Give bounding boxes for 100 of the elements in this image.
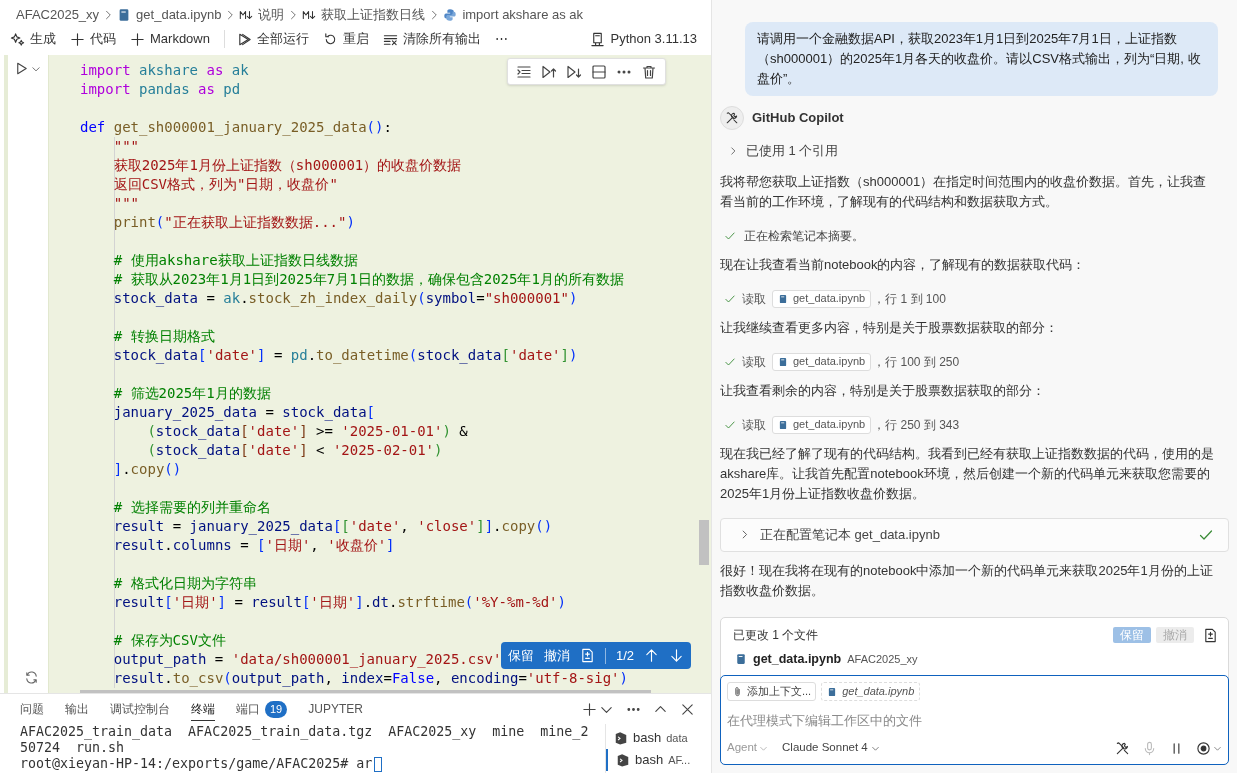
count-badge: 19 (265, 700, 288, 718)
code-line: # 获取从2023年1月1日到2025年7月1日的数据，确保包含2025年1月的所有数据 (112, 270, 624, 289)
paperclip-icon (732, 686, 743, 697)
add-context-button[interactable]: 添加上下文... (727, 682, 817, 701)
code-line: (stock_data['date'] >= '2025-01-01') & (146, 422, 468, 441)
session-detail: AF... (668, 752, 691, 768)
breadcrumb-item[interactable]: 说明 (258, 5, 285, 25)
user-message: 请调用一个金融数据API，获取2023年1月1日到2025年7月1日，上证指数（sh000001）的2025年1月各天的收盘价。请以CSV格式输出，列为“日期, 收盘价”。 (745, 22, 1218, 96)
chevron-right-icon (728, 145, 738, 156)
breadcrumb-item[interactable]: import akshare as ak (462, 5, 584, 25)
code-line: result['日期'] = result['日期'].dt.strftime('%Y-%m-%d') (112, 593, 566, 612)
code-line: 获取2025年1月份上证指数（sh000001）的收盘价数据 (112, 156, 462, 175)
toolbar-button[interactable]: 代码 (70, 29, 116, 49)
plus-icon (130, 31, 145, 47)
terminal-line: root@xieyan-HP-14:/exports/game/AFAC2025# ar (20, 756, 588, 772)
restart-icon (322, 31, 338, 47)
file-chip[interactable]: get_data.ipynb (772, 289, 872, 308)
session-name: bash (635, 751, 664, 770)
stop-icon[interactable] (1196, 740, 1211, 756)
message-paragraph: 现在让我查看当前notebook的内容，了解现有的数据获取代码： (720, 255, 1087, 274)
kernel-icon (589, 31, 605, 47)
code-line: stock_data = ak.stock_zh_index_daily(symbol="sh000001") (112, 289, 578, 308)
line-range: ，行 100 到 250 (873, 353, 960, 371)
breadcrumb-item[interactable]: AFAC2025_xy (16, 5, 100, 25)
file-chip[interactable]: get_data.ipynb (821, 682, 921, 701)
code-line: stock_data['date'] = pd.to_datetime(stock_data['date']) (112, 346, 578, 365)
code-line: def get_sh000001_january_2025_data(): (80, 118, 392, 137)
sync-icon (24, 670, 39, 685)
toolbar-button[interactable]: Markdown (130, 29, 210, 49)
notebook-icon (778, 419, 788, 430)
run-below-icon[interactable] (566, 63, 582, 80)
code-line: ].copy() (112, 460, 182, 479)
references-toggle[interactable]: 已使用 1 个引用 (720, 141, 839, 161)
code-line: import pandas as pd (80, 80, 241, 99)
breadcrumb-item[interactable]: 获取上证指数日线 (321, 5, 426, 25)
panel-tab[interactable]: 调试控制台 (110, 697, 170, 721)
panel-tab[interactable]: 问题 (20, 697, 44, 721)
toolbar-button[interactable]: 生成 (10, 29, 56, 49)
toolbar-button[interactable]: 全部运行 (236, 29, 309, 49)
terminal-line: AFAC2025_train_data AFAC2025_train_data.tgz AFAC2025_xy mine mine_2 (20, 724, 588, 740)
file-chip[interactable]: get_data.ipynb (772, 415, 872, 434)
code-line: # 保存为CSV文件 (112, 631, 226, 650)
split-cell-icon[interactable] (591, 63, 607, 80)
code-line: result.columns = ['日期', '收盘价'] (112, 536, 395, 555)
step-text: 正在检索笔记本摘要。 (744, 227, 864, 245)
code-line: result = january_2025_data[['date', 'close']].copy() (112, 517, 553, 536)
run-all-icon (236, 31, 252, 47)
undo-button[interactable]: 撤消 (544, 645, 570, 666)
code-line: import akshare as ak (80, 61, 249, 80)
terminal-session[interactable]: bash data (606, 727, 711, 749)
run-cell-button[interactable] (14, 61, 41, 76)
plus-icon (70, 31, 85, 47)
file-chip[interactable]: get_data.ipynb (772, 352, 872, 371)
code-line: result.to_csv(output_path, index=False, encoding='utf-8-sig') (112, 669, 628, 688)
task-text: 正在配置笔记本 get_data.ipynb (760, 525, 941, 544)
step-text: 读取 (742, 353, 766, 371)
vertical-scrollbar[interactable] (699, 520, 709, 565)
code-line: january_2025_data = stock_data[ (112, 403, 376, 422)
split-lines-icon[interactable] (516, 63, 532, 80)
notebook-icon (735, 653, 747, 665)
message-paragraph: 我将帮您获取上证指数（sh000001）在指定时间范围内的收盘价数据。首先，让我查看当前的工作环境，了解现有的代码结构和数据获取方式。 (720, 172, 1208, 211)
panel-tab[interactable]: JUPYTER (308, 697, 363, 721)
panel-tab[interactable]: 输出 (65, 697, 89, 721)
code-line: # 使用akshare获取上证指数日线数据 (112, 251, 358, 270)
panel-tab[interactable]: 终端 (191, 697, 215, 721)
step-text: 读取 (742, 416, 766, 434)
model-picker[interactable]: Claude Sonnet 4 (782, 739, 880, 757)
message-paragraph: 让我查看剩余的内容，特别是关于股票数据获取的部分： (720, 381, 1046, 400)
code-line: (stock_data['date'] < '2025-02-01') (146, 441, 443, 460)
step-text: 读取 (742, 290, 766, 308)
kernel-picker[interactable]: Python 3.11.13 (589, 29, 697, 49)
markdown-icon (302, 8, 317, 22)
code-line: # 选择需要的列并重命名 (112, 498, 271, 517)
task-row[interactable]: 正在配置笔记本 get_data.ipynb (720, 517, 1229, 552)
up-arrow-icon[interactable] (644, 648, 660, 663)
file-diff-icon[interactable] (1203, 627, 1218, 643)
new-terminal-icon[interactable] (582, 701, 597, 717)
notebook-icon (778, 356, 788, 367)
notebook-icon (827, 686, 838, 697)
line-range: ，行 1 到 100 (873, 290, 946, 308)
run-above-icon[interactable] (541, 63, 557, 80)
code-line: # 转换日期格式 (112, 327, 215, 346)
play-icon (14, 61, 29, 76)
more-button[interactable]: ⋯ (494, 29, 508, 49)
close-icon[interactable] (680, 701, 695, 717)
message-paragraph: 很好！现在我将在现有的notebook中添加一个新的代码单元来获取2025年1月份的上证指数收盘价数据。 (720, 561, 1214, 600)
down-arrow-icon[interactable] (669, 648, 685, 663)
tools-icon (725, 111, 739, 125)
panel-tab[interactable]: 端口 (236, 697, 260, 721)
toolbar-button[interactable]: 清除所有输出 (382, 29, 481, 49)
changes-title: 已更改 1 个文件 (733, 627, 820, 644)
horizontal-scrollbar[interactable] (80, 690, 651, 693)
chat-input[interactable]: 添加上下文... get_data.ipynb 在代理模式下编辑工作区中的文件 Agent Claude Sonnet 4 (720, 675, 1229, 765)
breadcrumb-item[interactable]: get_data.ipynb (136, 5, 222, 25)
delete-icon[interactable] (641, 63, 657, 80)
code-line: output_path = 'data/sh000001_january_2025.csv' (112, 650, 502, 669)
toolbar-button[interactable]: 重启 (322, 29, 369, 49)
tools-icon[interactable] (1115, 740, 1130, 756)
session-name: bash (633, 729, 662, 748)
keep-button[interactable]: 保留 (508, 645, 534, 666)
